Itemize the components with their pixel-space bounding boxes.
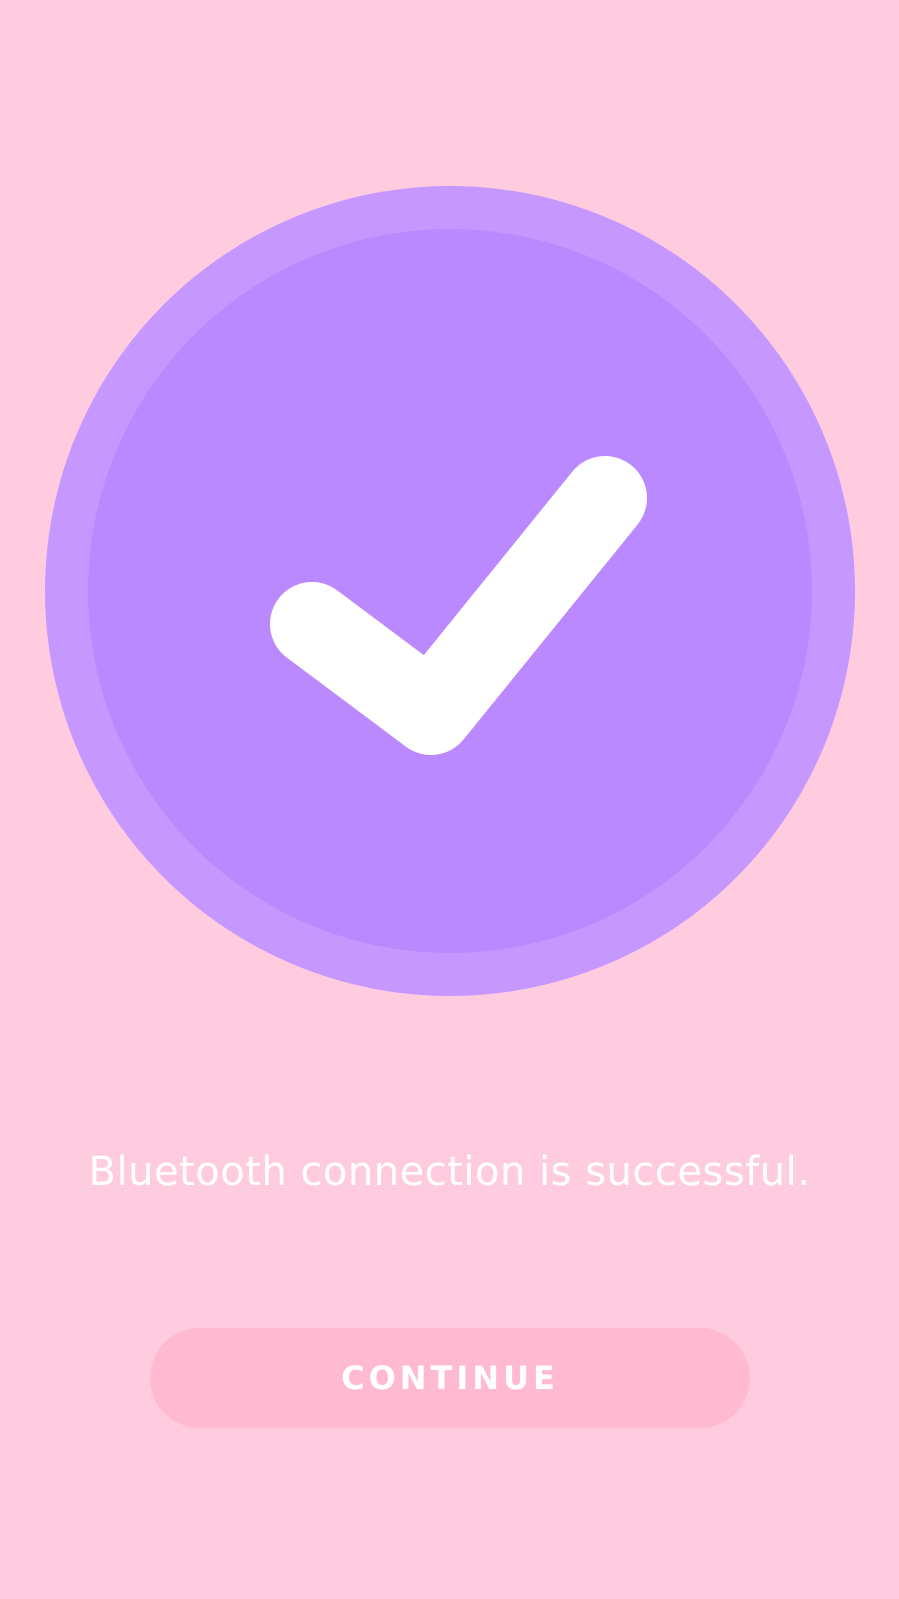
success-badge bbox=[45, 186, 855, 996]
bluetooth-success-screen: Bluetooth connection is successful. CONT… bbox=[0, 0, 899, 1599]
continue-button[interactable]: CONTINUE bbox=[150, 1328, 750, 1428]
success-badge-graphic bbox=[45, 186, 855, 996]
badge-inner-circle bbox=[88, 229, 812, 953]
connection-success-message: Bluetooth connection is successful. bbox=[88, 1149, 811, 1195]
